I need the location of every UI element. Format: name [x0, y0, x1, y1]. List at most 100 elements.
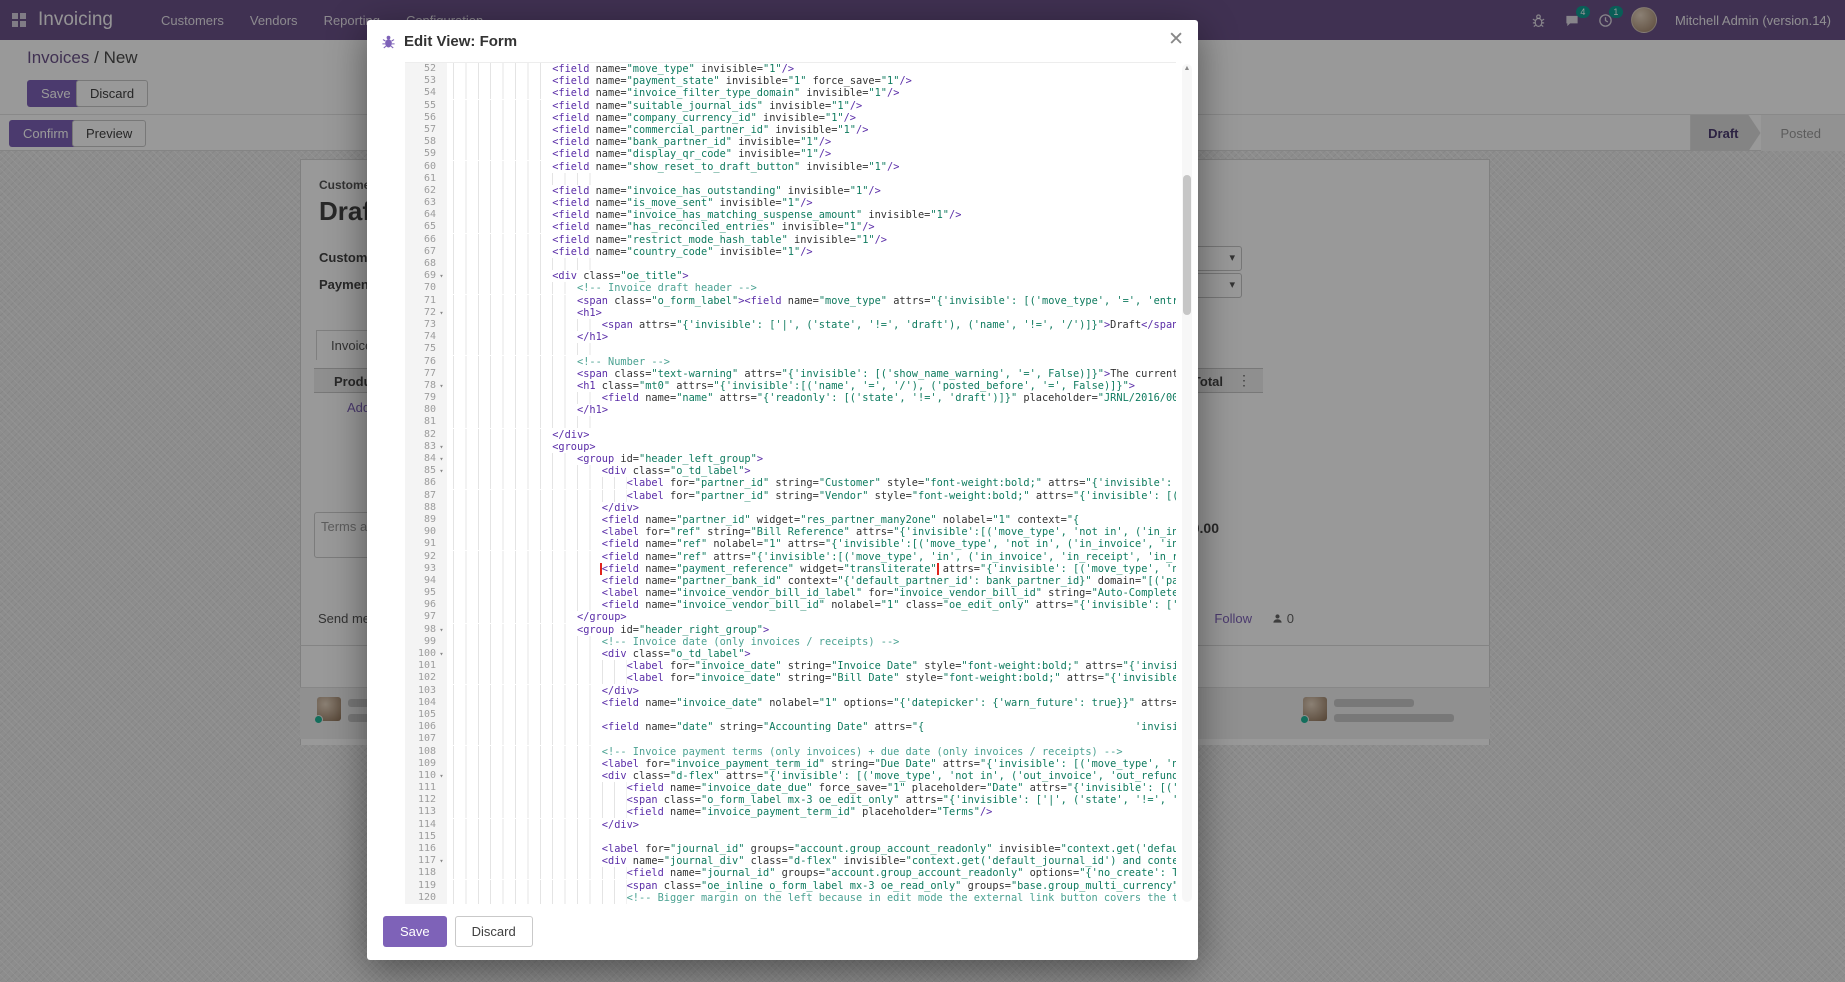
code-line[interactable]: 119▾ <span class="oe_inline o_form_label…	[405, 880, 1176, 892]
line-number: 72▾	[405, 307, 447, 319]
code-line[interactable]: 117▾ <div name="journal_div" class="d-fl…	[405, 855, 1176, 867]
line-number: 95▾	[405, 587, 447, 599]
code-line[interactable]: 120▾ <!-- Bigger margin on the left beca…	[405, 892, 1176, 904]
code-line[interactable]: 77▾ <span class="text-warning" attrs="{'…	[405, 368, 1176, 380]
code-line[interactable]: 72▾ <h1>	[405, 307, 1176, 319]
code-line[interactable]: 89▾ <field name="partner_id" widget="res…	[405, 514, 1176, 526]
line-number: 57▾	[405, 124, 447, 136]
code-line[interactable]: 82▾ </div>	[405, 429, 1176, 441]
code-line[interactable]: 69▾ <div class="oe_title">	[405, 270, 1176, 282]
code-line[interactable]: 70▾ <!-- Invoice draft header -->	[405, 282, 1176, 294]
code-line[interactable]: 83▾ <group>	[405, 441, 1176, 453]
fold-icon[interactable]: ▾	[436, 307, 447, 319]
scroll-up-icon[interactable]: ▲	[1182, 65, 1192, 72]
code-line[interactable]: 101▾ <label for="invoice_date" string="I…	[405, 660, 1176, 672]
code-line[interactable]: 55▾ <field name="suitable_journal_ids" i…	[405, 100, 1176, 112]
code-line[interactable]: 91▾ <field name="ref" nolabel="1" attrs=…	[405, 538, 1176, 550]
code-line[interactable]: 64▾ <field name="invoice_has_matching_su…	[405, 209, 1176, 221]
fold-icon[interactable]: ▾	[436, 624, 447, 636]
code-line[interactable]: 61▾	[405, 173, 1176, 185]
code-line[interactable]: 114▾ </div>	[405, 819, 1176, 831]
code-line[interactable]: 76▾ <!-- Number -->	[405, 356, 1176, 368]
code-line[interactable]: 98▾ <group id="header_right_group">	[405, 624, 1176, 636]
code-line[interactable]: 97▾ </group>	[405, 611, 1176, 623]
code-line[interactable]: 110▾ <div class="d-flex" attrs="{'invisi…	[405, 770, 1176, 782]
code-line[interactable]: 60▾ <field name="show_reset_to_draft_but…	[405, 161, 1176, 173]
code-line[interactable]: 80▾ </h1>	[405, 404, 1176, 416]
code-line[interactable]: 104▾ <field name="invoice_date" nolabel=…	[405, 697, 1176, 709]
line-number: 82▾	[405, 429, 447, 441]
code-line[interactable]: 113▾ <field name="invoice_payment_term_i…	[405, 806, 1176, 818]
code-line[interactable]: 65▾ <field name="has_reconciled_entries"…	[405, 221, 1176, 233]
code-line[interactable]: 111▾ <field name="invoice_date_due" forc…	[405, 782, 1176, 794]
code-line[interactable]: 106▾ <field name="date" string="Accounti…	[405, 721, 1176, 733]
line-number: 54▾	[405, 87, 447, 99]
line-number: 58▾	[405, 136, 447, 148]
fold-icon[interactable]: ▾	[436, 465, 447, 477]
fold-icon[interactable]: ▾	[436, 453, 447, 465]
code-line[interactable]: 95▾ <label name="invoice_vendor_bill_id_…	[405, 587, 1176, 599]
code-line[interactable]: 102▾ <label for="invoice_date" string="B…	[405, 672, 1176, 684]
code-line[interactable]: 99▾ <!-- Invoice date (only invoices / r…	[405, 636, 1176, 648]
close-icon[interactable]: ✕	[1168, 28, 1184, 50]
code-line[interactable]: 96▾ <field name="invoice_vendor_bill_id"…	[405, 599, 1176, 611]
line-number: 90▾	[405, 526, 447, 538]
fold-icon[interactable]: ▾	[436, 441, 447, 453]
fold-icon[interactable]: ▾	[436, 648, 447, 660]
editor-scrollbar[interactable]: ▲	[1182, 64, 1192, 902]
code-line[interactable]: 74▾ </h1>	[405, 331, 1176, 343]
code-line[interactable]: 92▾ <field name="ref" attrs="{'invisible…	[405, 551, 1176, 563]
code-line[interactable]: 88▾ </div>	[405, 502, 1176, 514]
scrollbar-thumb[interactable]	[1183, 175, 1191, 315]
code-line[interactable]: 94▾ <field name="partner_bank_id" contex…	[405, 575, 1176, 587]
code-line[interactable]: 59▾ <field name="display_qr_code" invisi…	[405, 148, 1176, 160]
code-line[interactable]: 105▾	[405, 709, 1176, 721]
code-line[interactable]: 85▾ <div class="o_td_label">	[405, 465, 1176, 477]
code-line[interactable]: 78▾ <h1 class="mt0" attrs="{'invisible':…	[405, 380, 1176, 392]
line-number: 63▾	[405, 197, 447, 209]
code-line[interactable]: 109▾ <label for="invoice_payment_term_id…	[405, 758, 1176, 770]
line-number: 80▾	[405, 404, 447, 416]
code-line[interactable]: 66▾ <field name="restrict_mode_hash_tabl…	[405, 234, 1176, 246]
code-line[interactable]: 84▾ <group id="header_left_group">	[405, 453, 1176, 465]
dialog-discard-button[interactable]: Discard	[455, 916, 533, 947]
line-number: 106▾	[405, 721, 447, 733]
fold-icon[interactable]: ▾	[436, 270, 447, 282]
code-line[interactable]: 93▾ <field name="payment_reference" widg…	[405, 563, 1176, 575]
code-line[interactable]: 57▾ <field name="commercial_partner_id" …	[405, 124, 1176, 136]
line-number: 83▾	[405, 441, 447, 453]
code-line[interactable]: 53▾ <field name="payment_state" invisibl…	[405, 75, 1176, 87]
line-number: 89▾	[405, 514, 447, 526]
code-line[interactable]: 81▾	[405, 416, 1176, 428]
fold-icon[interactable]: ▾	[436, 380, 447, 392]
code-line[interactable]: 90▾ <label for="ref" string="Bill Refere…	[405, 526, 1176, 538]
code-line[interactable]: 67▾ <field name="country_code" invisible…	[405, 246, 1176, 258]
code-line[interactable]: 103▾ </div>	[405, 685, 1176, 697]
code-line[interactable]: 112▾ <span class="o_form_label mx-3 oe_e…	[405, 794, 1176, 806]
code-line[interactable]: 86▾ <label for="partner_id" string="Cust…	[405, 477, 1176, 489]
dialog-save-button[interactable]: Save	[383, 916, 447, 947]
line-number: 56▾	[405, 112, 447, 124]
code-editor[interactable]: 52▾ <field name="move_type" invisible="1…	[405, 62, 1176, 905]
code-line[interactable]: 62▾ <field name="invoice_has_outstanding…	[405, 185, 1176, 197]
fold-icon[interactable]: ▾	[436, 770, 447, 782]
code-line[interactable]: 58▾ <field name="bank_partner_id" invisi…	[405, 136, 1176, 148]
code-line[interactable]: 115▾	[405, 831, 1176, 843]
code-line[interactable]: 108▾ <!-- Invoice payment terms (only in…	[405, 746, 1176, 758]
line-number: 61▾	[405, 173, 447, 185]
code-line[interactable]: 73▾ <span attrs="{'invisible': ['|', ('s…	[405, 319, 1176, 331]
code-line[interactable]: 79▾ <field name="name" attrs="{'readonly…	[405, 392, 1176, 404]
code-line[interactable]: 100▾ <div class="o_td_label">	[405, 648, 1176, 660]
code-line[interactable]: 87▾ <label for="partner_id" string="Vend…	[405, 490, 1176, 502]
code-line[interactable]: 116▾ <label for="journal_id" groups="acc…	[405, 843, 1176, 855]
code-line[interactable]: 56▾ <field name="company_currency_id" in…	[405, 112, 1176, 124]
code-line[interactable]: 118▾ <field name="journal_id" groups="ac…	[405, 867, 1176, 879]
code-line[interactable]: 107▾	[405, 733, 1176, 745]
code-line[interactable]: 71▾ <span class="o_form_label"><field na…	[405, 295, 1176, 307]
code-line[interactable]: 75▾	[405, 343, 1176, 355]
code-line[interactable]: 54▾ <field name="invoice_filter_type_dom…	[405, 87, 1176, 99]
fold-icon[interactable]: ▾	[436, 855, 447, 867]
code-line[interactable]: 63▾ <field name="is_move_sent" invisible…	[405, 197, 1176, 209]
code-line[interactable]: 52▾ <field name="move_type" invisible="1…	[405, 63, 1176, 75]
code-line[interactable]: 68▾	[405, 258, 1176, 270]
